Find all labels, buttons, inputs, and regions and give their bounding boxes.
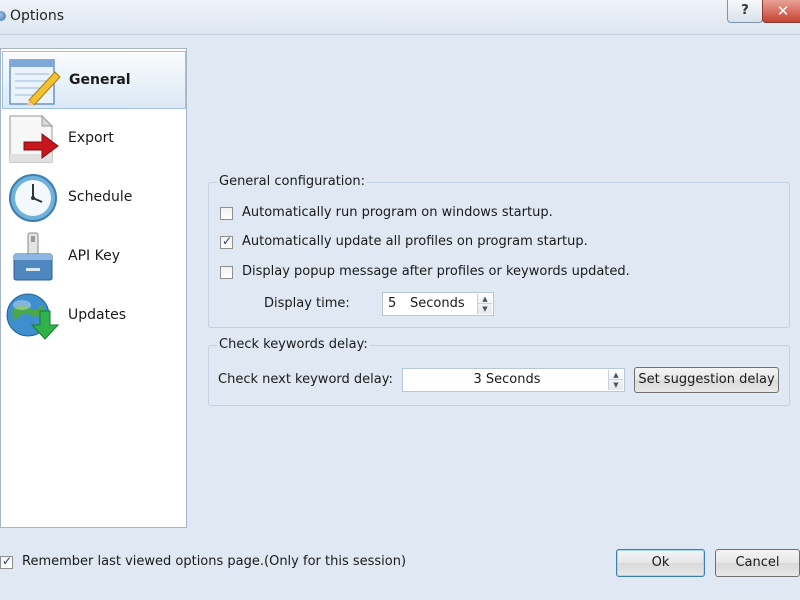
help-button[interactable]: ? [727, 0, 763, 23]
close-button[interactable]: ✕ [762, 0, 800, 23]
sidebar-item-api-key[interactable]: API Key [2, 228, 186, 286]
sidebar-item-updates[interactable]: Updates [2, 287, 186, 345]
globe-download-icon [6, 293, 60, 340]
app-icon [0, 11, 6, 21]
sidebar-item-label: Schedule [68, 189, 133, 205]
remember-page-checkbox[interactable] [0, 554, 13, 569]
usb-key-icon [13, 232, 53, 281]
cancel-button[interactable]: Cancel [715, 549, 800, 577]
display-time-unit: Seconds [410, 296, 465, 311]
sidebar-item-label: API Key [68, 248, 120, 264]
document-arrow-icon [9, 114, 59, 163]
sidebar-item-export[interactable]: Export [2, 110, 186, 168]
set-suggestion-delay-button[interactable]: Set suggestion delay [634, 367, 779, 393]
keyword-delay-label: Check next keyword delay: [218, 372, 393, 387]
spin-up-icon[interactable]: ▲ [478, 294, 492, 304]
sidebar-item-schedule[interactable]: Schedule [2, 169, 186, 227]
clock-icon [9, 174, 57, 222]
run-on-startup-label: Automatically run program on windows sta… [242, 205, 553, 220]
dialog-footer: Remember last viewed options page.(Only … [0, 536, 800, 600]
display-popup-label: Display popup message after profiles or … [242, 264, 630, 279]
sidebar-item-label: General [69, 72, 131, 88]
notepad-pencil-icon [9, 59, 61, 106]
options-sidebar: General Export Schedule API Key Updates [0, 48, 187, 528]
display-time-value: 5 [388, 296, 397, 311]
group-title: General configuration: [217, 174, 367, 189]
spin-down-icon[interactable]: ▼ [609, 380, 623, 390]
sidebar-item-label: Updates [68, 307, 126, 323]
update-profiles-label: Automatically update all profiles on pro… [242, 234, 588, 249]
display-time-spin-buttons: ▲ ▼ [477, 294, 492, 314]
keyword-delay-stepper[interactable]: 3 Seconds ▲ ▼ [402, 368, 625, 392]
keyword-delay-value: 3 Seconds [473, 372, 541, 387]
sidebar-item-general[interactable]: General [2, 51, 186, 109]
display-popup-checkbox[interactable] [220, 266, 233, 279]
display-time-stepper[interactable]: 5 Seconds ▲ ▼ [382, 292, 494, 316]
spin-down-icon[interactable]: ▼ [478, 304, 492, 314]
window-title: Options [10, 8, 65, 24]
spin-up-icon[interactable]: ▲ [609, 370, 623, 380]
display-time-label: Display time: [264, 296, 350, 311]
remember-page-label: Remember last viewed options page.(Only … [22, 554, 407, 569]
keyword-delay-spin-buttons: ▲ ▼ [608, 370, 623, 390]
ok-button[interactable]: Ok [616, 549, 705, 577]
sidebar-item-label: Export [68, 130, 114, 146]
update-profiles-checkbox[interactable] [220, 234, 233, 249]
group-title: Check keywords delay: [217, 337, 370, 352]
run-on-startup-checkbox[interactable] [220, 207, 233, 220]
title-bar: Options ? ✕ [0, 0, 800, 35]
